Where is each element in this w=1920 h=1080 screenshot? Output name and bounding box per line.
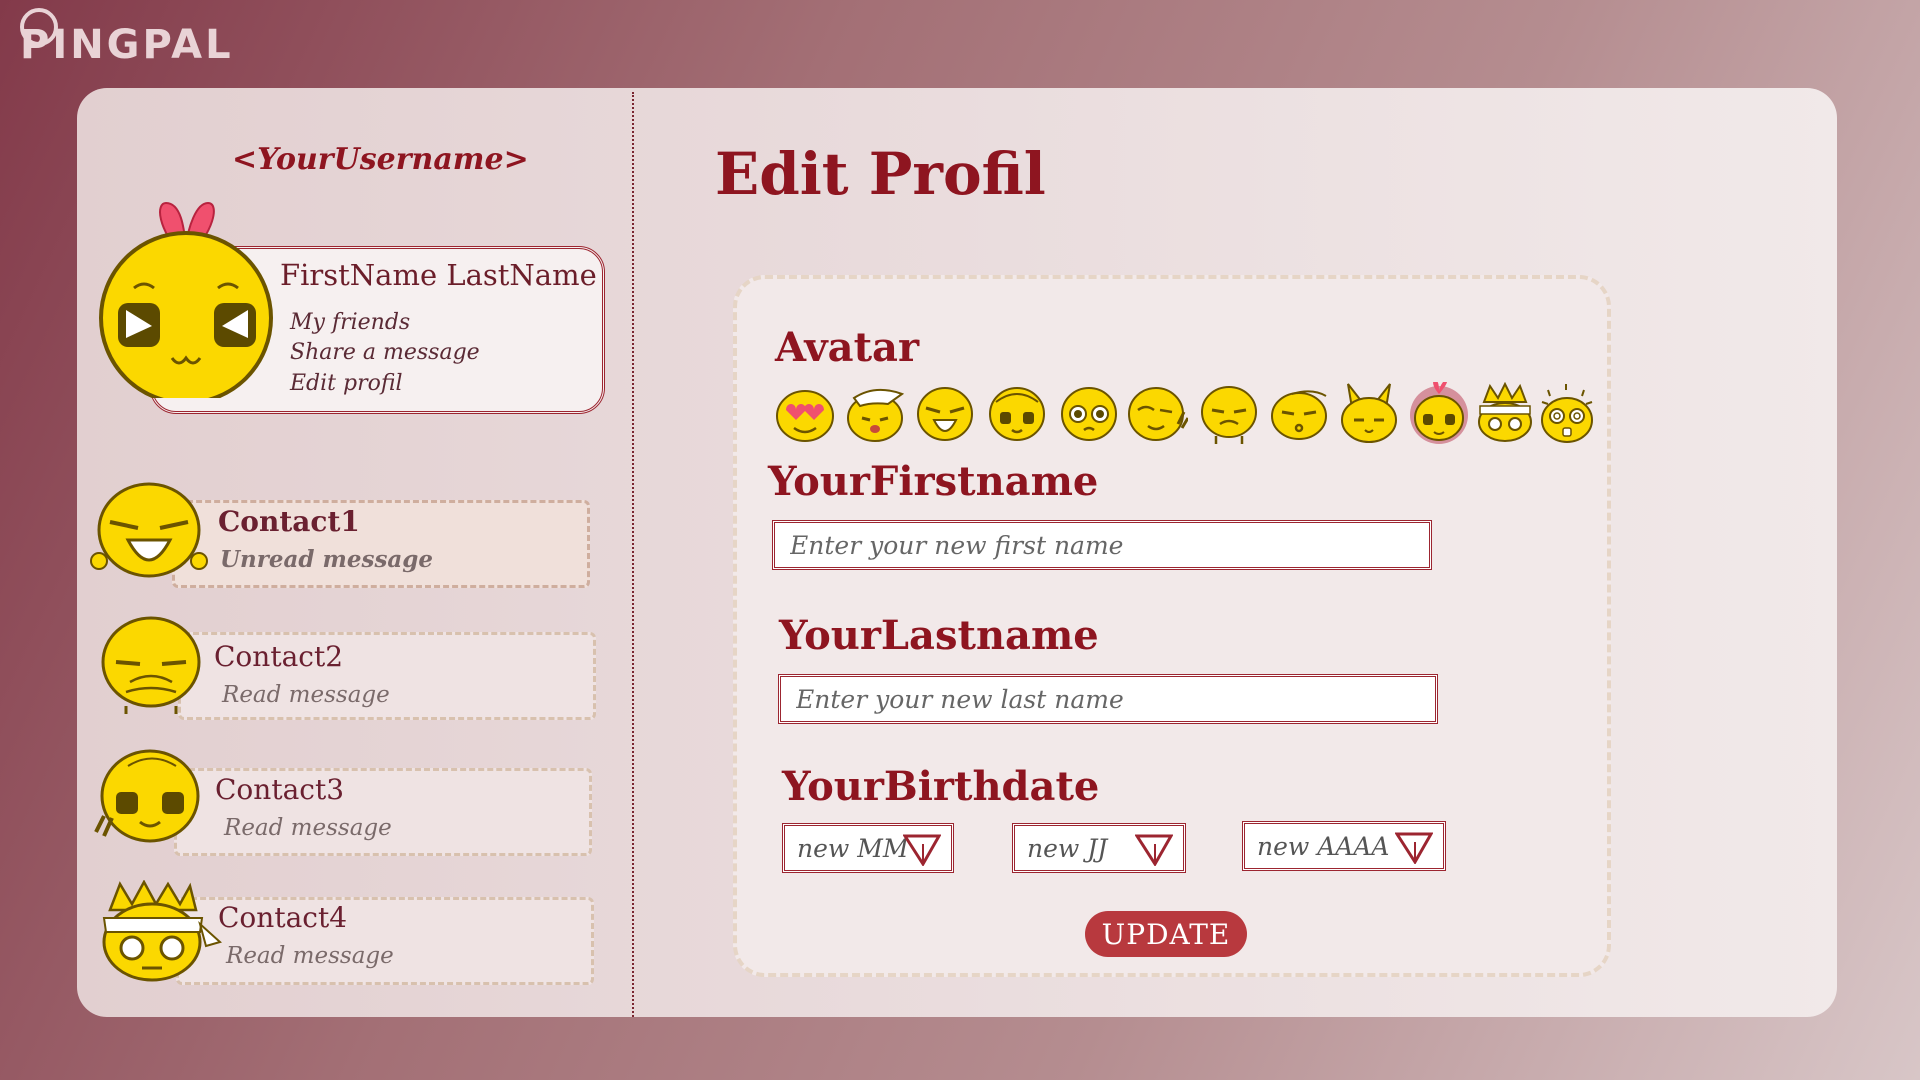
share-message-link[interactable]: Share a message [290,340,480,365]
avatar-shy-icon[interactable] [1058,382,1120,444]
birth-month-select[interactable]: new MM [782,823,954,873]
update-button[interactable]: UPDATE [1085,911,1247,957]
contact-name: Contact1 [218,505,360,538]
dropdown-arrow-icon [1135,834,1173,866]
contact-name: Contact3 [215,773,345,806]
birth-year-select[interactable]: new AAAA [1242,821,1446,871]
panel-divider [632,92,634,1017]
my-friends-link[interactable]: My friends [290,310,410,335]
avatar-love-icon[interactable] [774,382,836,444]
birth-year-value: new AAAA [1257,832,1390,861]
laughing-face-icon [90,482,208,578]
avatar-label: Avatar [775,324,920,371]
avatar-laugh-icon[interactable] [914,382,976,444]
avatar-picker [774,382,1593,448]
edit-profil-link[interactable]: Edit profil [290,371,403,396]
profile-avatar-icon [99,201,273,398]
avatar-crown-icon[interactable] [1474,382,1536,444]
avatar-kiss-icon[interactable] [1268,382,1330,444]
firstname-input[interactable] [772,520,1432,570]
logo-bubble-icon [20,8,58,46]
app-logo: PINGPAL [20,8,234,68]
peace-face-icon [94,749,200,843]
contact-status: Read message [224,815,392,841]
birth-month-value: new MM [797,834,909,863]
contact-status: Unread message [220,546,434,573]
birth-day-select[interactable]: new JJ [1012,823,1186,873]
contact-name: Contact2 [214,640,344,673]
avatar-blink-icon[interactable] [986,382,1048,444]
crown-face-icon [102,880,222,982]
page-title: Edit Profil [715,140,1046,208]
birth-day-value: new JJ [1027,834,1108,863]
birthdate-label: YourBirthdate [782,763,1100,810]
contact-name: Contact4 [218,901,348,934]
contact-status: Read message [222,682,390,708]
lastname-label: YourLastname [779,612,1099,659]
dropdown-arrow-icon [903,834,941,866]
lastname-input[interactable] [778,674,1438,724]
avatar-dizzy-icon[interactable] [1536,382,1598,444]
avatar-bow-icon-selected[interactable] [1408,382,1470,444]
profile-full-name: FirstName LastName [280,258,597,292]
dropdown-arrow-icon [1395,832,1433,864]
avatar-wink-icon[interactable] [1126,382,1188,444]
contact-status: Read message [226,943,394,969]
avatar-cap-icon[interactable] [844,382,906,444]
sleepy-face-icon [101,616,201,714]
firstname-label: YourFirstname [768,458,1099,505]
avatar-bunny-icon[interactable] [1338,382,1400,444]
username-heading: <YourUsername> [232,142,529,177]
avatar-sad-icon[interactable] [1198,382,1260,444]
